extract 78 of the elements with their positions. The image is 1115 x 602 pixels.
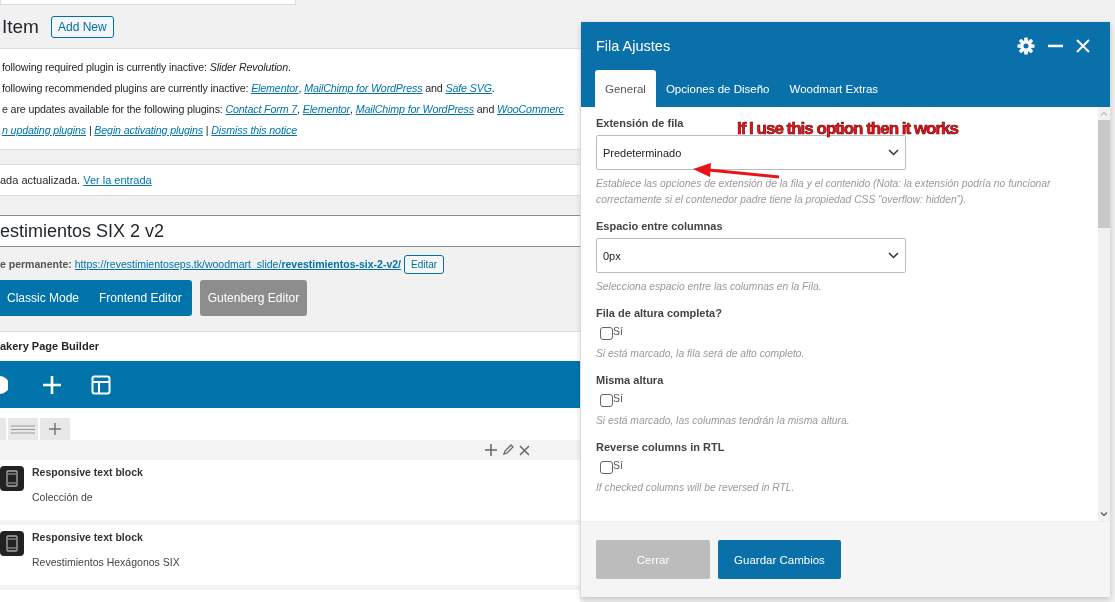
notice-text: ada actualizada. [0, 174, 82, 186]
field-label: Extensión de fila [596, 117, 684, 129]
dialog-button[interactable]: Guardar Cambios [718, 540, 841, 579]
chevron-down-icon [888, 149, 899, 156]
builder-element[interactable]: Responsive text block Revestimientos Hexágonos SIX [0, 525, 580, 590]
help-text: If checked columns will be reversed in RTL. [596, 481, 795, 495]
notice-text: Slider Revolution [209, 61, 288, 73]
notice-text: following required plugin is currently inactive: [2, 61, 208, 73]
notice-link[interactable]: WooCommerc [497, 103, 564, 115]
checkbox[interactable] [600, 461, 613, 474]
plus-icon[interactable] [485, 444, 497, 456]
page-title: Item [1, 16, 39, 38]
editor-mode-button[interactable]: Classic Mode [7, 280, 80, 316]
notice-link[interactable]: Safe SVG [445, 82, 492, 94]
notice-text: | [87, 124, 93, 136]
row-tab[interactable] [40, 418, 70, 440]
view-post-link[interactable]: Ver la entrada [83, 174, 152, 186]
help-text: Si está marcado, la fila será de alto completo. [596, 347, 805, 361]
close-icon[interactable] [519, 444, 530, 456]
phone-icon [0, 531, 24, 556]
notice-text: . [491, 82, 495, 94]
notice-text: and [424, 82, 444, 94]
notice-link[interactable]: Contact Form 7 [225, 103, 298, 115]
field-label: Reverse columns in RTL [596, 441, 725, 453]
dialog-tab[interactable]: Woodmart Extras [779, 70, 889, 107]
scrollbar[interactable] [1098, 107, 1110, 521]
checkbox-label: Sí [613, 325, 623, 337]
plus-icon[interactable] [49, 423, 61, 435]
notice-link[interactable]: Dismiss this notice [211, 124, 297, 136]
element-title: Responsive text block [32, 466, 143, 478]
checkbox-label: Sí [613, 392, 623, 404]
title-field[interactable]: estimientos SIX 2 v2 [0, 215, 580, 247]
select-field[interactable]: 0px [596, 238, 906, 273]
editor-mode-button[interactable]: Frontend Editor [99, 280, 182, 316]
notice-link[interactable]: Begin activating plugins [94, 124, 204, 136]
notice-link[interactable]: MailChimp for WordPress [304, 82, 423, 94]
checkbox[interactable] [600, 327, 613, 340]
permalink-label: e permanente: [0, 258, 72, 270]
notice-text: , [298, 82, 303, 94]
permalink-link[interactable]: https://revestimientoseps.tk/woodmart_slide/revestimientos-six-2-v2/ [74, 258, 401, 270]
row-tab[interactable] [8, 418, 38, 440]
chevron-down-icon[interactable] [1100, 512, 1108, 517]
edit-button[interactable]: Editar [404, 254, 445, 274]
settings-icon[interactable] [1017, 37, 1035, 55]
field-label: Fila de altura completa? [596, 307, 722, 319]
help-text: Si está marcado, las columnas tendrán la misma altura. [596, 414, 850, 428]
notice-link[interactable]: MailChimp for WordPress [355, 103, 474, 115]
notice-text: e are updates available for the following plugins: [2, 103, 224, 115]
notice-text: following recommended plugins are currently inactive: [2, 82, 250, 94]
drag-icon[interactable] [11, 424, 35, 434]
notice-text: , [297, 103, 301, 115]
chevron-down-icon [888, 252, 899, 259]
notice-text: . [287, 61, 291, 73]
help-text: Selecciona espacio entre las columnas en la Fila. [596, 280, 822, 294]
dialog-title: Fila Ajustes [596, 38, 672, 54]
checkbox[interactable] [600, 394, 613, 407]
element-content: Revestimientos Hexágonos SIX [32, 556, 180, 568]
builder-element[interactable]: Responsive text block Colección de [0, 460, 580, 525]
notice-text: , [350, 103, 354, 115]
checkbox-label: Sí [613, 459, 623, 471]
add-new-button[interactable]: Add New [50, 16, 114, 38]
notice-text: | [204, 124, 210, 136]
notice-link[interactable]: Elementor [302, 103, 351, 115]
dialog-tab[interactable]: General [595, 70, 656, 107]
pencil-icon[interactable] [502, 444, 514, 456]
field-label: Espacio entre columnas [596, 220, 723, 232]
help-text: Establece las opciones de extensión de la fila y el contenido (Nota: la extensión podría no funcionar correctamente si el contenedor padre tiene la propiedad CSS “overflow: hidden”). [596, 177, 1052, 207]
dialog-tab[interactable]: Opciones de Diseño [655, 70, 780, 107]
field-label: Misma altura [596, 374, 664, 386]
notice-text: and [475, 103, 496, 115]
notice-link[interactable]: n updating plugins [2, 124, 87, 136]
minimize-icon[interactable] [1048, 44, 1063, 48]
phone-icon [0, 466, 24, 491]
notice-link[interactable]: Elementor [251, 82, 299, 94]
element-title: Responsive text block [32, 531, 144, 543]
element-content: Colección de [32, 491, 94, 503]
layout-icon[interactable] [91, 374, 111, 395]
panel-title: akery Page Builder [0, 339, 101, 354]
